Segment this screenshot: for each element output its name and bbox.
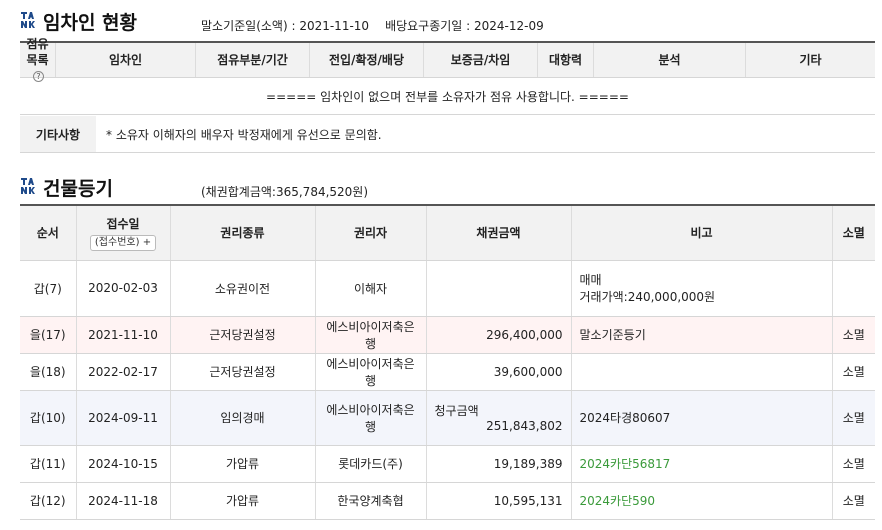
tenant-col-header: 임차인	[56, 43, 196, 77]
row-right-holder: 한국양계축협	[315, 482, 427, 520]
tank-logo-icon	[20, 11, 36, 29]
order-col-header: 순서	[20, 204, 77, 261]
other-col-header: 기타	[799, 53, 822, 67]
row-right-holder: 에스비아이저축은행	[315, 316, 427, 354]
row-extinction: 소멸	[832, 390, 875, 446]
row-remarks	[571, 353, 833, 391]
case-number-link[interactable]: 2024카단590	[571, 482, 833, 520]
extinction-col-header: 소멸	[832, 204, 875, 261]
registry-section-title: 건물등기	[43, 178, 113, 200]
row-date: 2024-09-11	[76, 390, 171, 446]
row-case-number: 2024타경80607	[571, 390, 833, 446]
row-right-type: 가압류	[170, 482, 316, 520]
remark-line-2: 거래가액:240,000,000원	[579, 290, 716, 304]
row-extinction: 소멸	[832, 353, 875, 391]
tenant-section-title: 임차인 현황	[43, 12, 138, 34]
row-extinction: 소멸	[832, 316, 875, 354]
right-holder-col-header: 권리자	[315, 204, 427, 261]
row-right-type: 소유권이전	[170, 260, 316, 317]
occupancy-part-col-header: 점유부분/기간	[196, 43, 310, 77]
receipt-date-col-header: 접수일 (접수번호) +	[76, 204, 171, 261]
row-claim-amount: 청구금액 251,843,802	[426, 390, 572, 446]
case-number-link[interactable]: 2024카단56817	[571, 445, 833, 483]
row-date: 2021-11-10	[76, 316, 171, 354]
row-extinction	[832, 260, 875, 317]
row-order: 갑(7)	[20, 260, 77, 317]
analysis-col-header: 분석	[594, 43, 746, 77]
opposing-power-col-header: 대항력	[538, 43, 594, 77]
row-date: 2024-11-18	[76, 482, 171, 520]
row-order: 갑(10)	[20, 390, 77, 446]
row-order: 갑(12)	[20, 482, 77, 520]
claim-amount-value: 251,843,802	[486, 419, 563, 433]
tenant-empty-message: ===== 임차인이 없으며 전부를 소유자가 점유 사용합니다. =====	[20, 79, 875, 115]
row-date: 2020-02-03	[76, 260, 171, 317]
table-row: 갑(11) 2024-10-15 가압류 롯데카드(주) 19,189,389 …	[20, 445, 875, 483]
row-claim-amount: 39,600,000	[426, 353, 572, 391]
row-claim-amount	[426, 260, 572, 317]
claim-amount-label: 청구금액	[434, 404, 479, 418]
row-right-holder: 이해자	[315, 260, 427, 317]
row-right-type: 가압류	[170, 445, 316, 483]
table-row: 갑(12) 2024-11-18 가압류 한국양계축협 10,595,131 2…	[20, 482, 875, 520]
row-right-type: 근저당권설정	[170, 353, 316, 391]
tank-logo-icon-2	[20, 177, 36, 195]
dividend-deadline: 배당요구종기일 : 2024-12-09	[385, 19, 544, 33]
table-row: 갑(10) 2024-09-11 임의경매 에스비아이저축은행 청구금액 251…	[20, 390, 875, 446]
receipt-number-toggle-button[interactable]: (접수번호) +	[89, 234, 157, 251]
claim-amount-col-header: 채권금액	[426, 204, 572, 261]
receipt-date-label: 접수일	[106, 216, 140, 231]
tenant-section-dates: 말소기준일(소액) : 2021-11-10 배당요구종기일 : 2024-12-…	[201, 17, 544, 34]
remarks-col-header: 비고	[571, 204, 833, 261]
row-right-type: 근저당권설정	[170, 316, 316, 354]
right-type-col-header: 권리종류	[170, 204, 316, 261]
notes-text: * 소유자 이해자의 배우자 박정재에게 유선으로 문의함.	[106, 127, 382, 142]
table-row: 갑(7) 2020-02-03 소유권이전 이해자 매매 거래가액:240,00…	[20, 260, 875, 317]
occupancy-list-label-1: 점유	[26, 37, 49, 51]
total-claim-amount: (채권합계금액:365,784,520원)	[201, 185, 369, 199]
row-claim-amount: 296,400,000	[426, 316, 572, 354]
row-claim-amount: 10,595,131	[426, 482, 572, 520]
registry-header-row: 순서 접수일 (접수번호) + 권리종류 권리자 채권금액 비고 소멸	[20, 204, 875, 261]
row-right-holder: 롯데카드(주)	[315, 445, 427, 483]
row-extinction: 소멸	[832, 482, 875, 520]
row-date: 2024-10-15	[76, 445, 171, 483]
notes-row: 기타사항 * 소유자 이해자의 배우자 박정재에게 유선으로 문의함.	[20, 116, 875, 153]
row-remarks: 매매 거래가액:240,000,000원	[571, 260, 833, 317]
base-date: 말소기준일(소액) : 2021-11-10	[201, 19, 370, 33]
occupancy-list-header[interactable]: 점유 목록?	[20, 37, 56, 82]
deposit-col-header: 보증금/차임	[424, 43, 538, 77]
row-right-holder: 에스비아이저축은행	[315, 353, 427, 391]
table-row: 을(17) 2021-11-10 근저당권설정 에스비아이저축은행 296,40…	[20, 316, 875, 354]
row-order: 을(17)	[20, 316, 77, 354]
row-order: 을(18)	[20, 353, 77, 391]
row-date: 2022-02-17	[76, 353, 171, 391]
row-extinction: 소멸	[832, 445, 875, 483]
table-row: 을(18) 2022-02-17 근저당권설정 에스비아이저축은행 39,600…	[20, 353, 875, 391]
row-right-holder: 에스비아이저축은행	[315, 390, 427, 446]
building-registry-table: 순서 접수일 (접수번호) + 권리종류 권리자 채권금액 비고 소멸 갑(7)…	[20, 204, 875, 520]
remark-line-1: 매매	[579, 273, 602, 287]
registration-col-header: 전입/확정/배당	[310, 43, 424, 77]
row-remarks: 말소기준등기	[571, 316, 833, 354]
notes-label: 기타사항	[20, 116, 96, 152]
tenant-table-header: 점유 목록? 임차인 점유부분/기간 전입/확정/배당 보증금/차임 대항력 분…	[20, 37, 875, 82]
row-claim-amount: 19,189,389	[426, 445, 572, 483]
row-order: 갑(11)	[20, 445, 77, 483]
row-right-type: 임의경매	[170, 390, 316, 446]
